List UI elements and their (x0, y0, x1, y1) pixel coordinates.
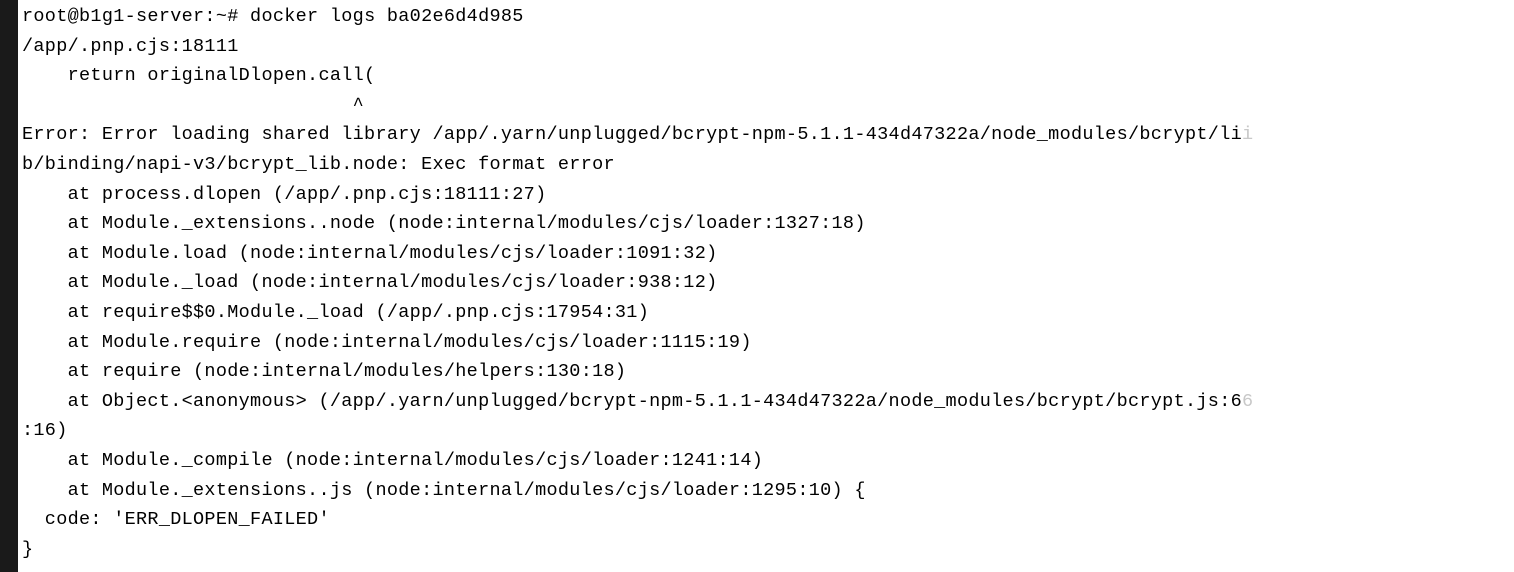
terminal-line-overflow: i (1242, 124, 1253, 145)
terminal-line: at require (node:internal/modules/helper… (22, 357, 1514, 387)
terminal-line: at Module.require (node:internal/modules… (22, 328, 1514, 358)
terminal-line: Error: Error loading shared library /app… (22, 120, 1514, 150)
terminal-line: /app/.pnp.cjs:18111 (22, 32, 1514, 62)
terminal-line: :16) (22, 416, 1514, 446)
terminal-line: b/binding/napi-v3/bcrypt_lib.node: Exec … (22, 150, 1514, 180)
terminal-line: ^ (22, 91, 1514, 121)
terminal-line: return originalDlopen.call( (22, 61, 1514, 91)
terminal-line: at Module.load (node:internal/modules/cj… (22, 239, 1514, 269)
terminal-line: at require$$0.Module._load (/app/.pnp.cj… (22, 298, 1514, 328)
terminal-line-overflow: 6 (1242, 391, 1253, 412)
terminal-line-text: Error: Error loading shared library /app… (22, 124, 1242, 145)
terminal-line: at Module._compile (node:internal/module… (22, 446, 1514, 476)
terminal-output[interactable]: root@b1g1-server:~# docker logs ba02e6d4… (18, 0, 1514, 572)
terminal-line: at Module._extensions..node (node:intern… (22, 209, 1514, 239)
terminal-command-line: root@b1g1-server:~# docker logs ba02e6d4… (22, 2, 1514, 32)
terminal-prompt: root@b1g1-server:~# (22, 6, 250, 27)
terminal-gutter (0, 0, 18, 572)
terminal-line: at Module._load (node:internal/modules/c… (22, 268, 1514, 298)
terminal-line: code: 'ERR_DLOPEN_FAILED' (22, 505, 1514, 535)
terminal-line: at Module._extensions..js (node:internal… (22, 476, 1514, 506)
terminal-line: } (22, 535, 1514, 565)
terminal-command: docker logs ba02e6d4d985 (250, 6, 524, 27)
terminal-line: at Object.<anonymous> (/app/.yarn/unplug… (22, 387, 1514, 417)
terminal-line-text: at Object.<anonymous> (/app/.yarn/unplug… (22, 391, 1242, 412)
terminal-line: at process.dlopen (/app/.pnp.cjs:18111:2… (22, 180, 1514, 210)
